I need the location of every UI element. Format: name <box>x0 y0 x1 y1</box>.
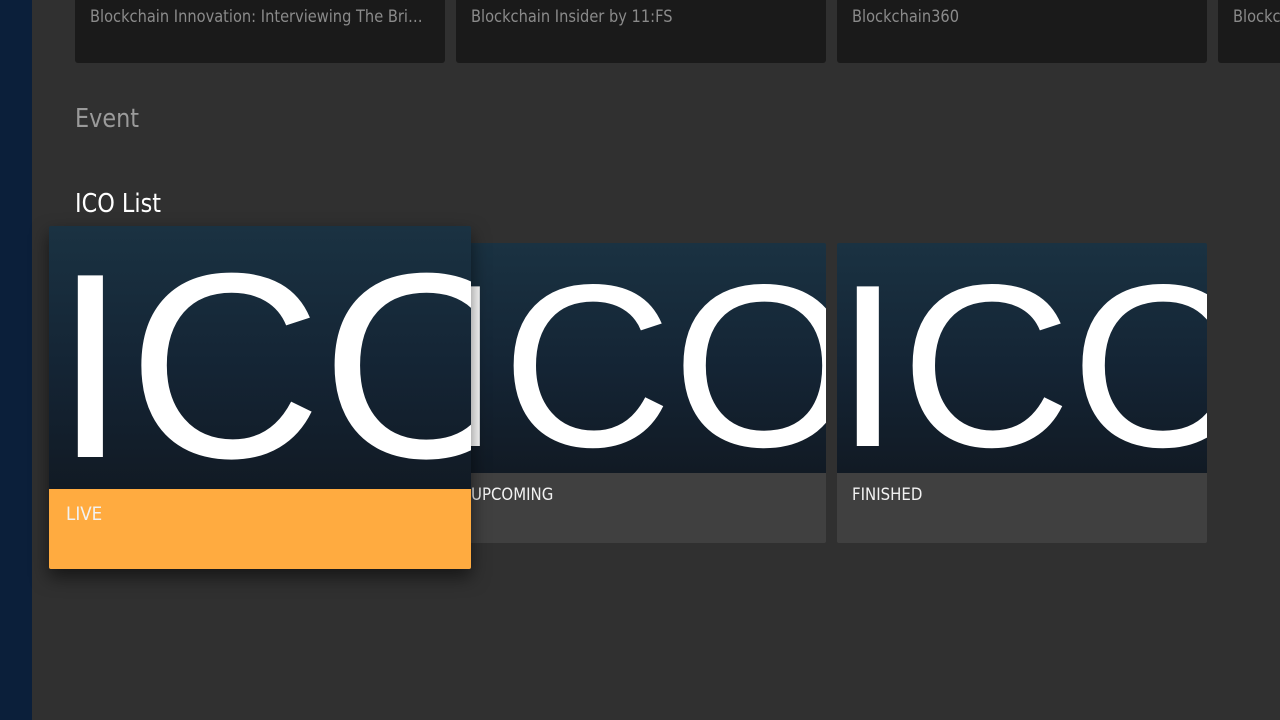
ico-logo-art: ICO <box>456 243 826 473</box>
section-title-ico-list: ICO List <box>75 189 162 219</box>
ico-card-finished[interactable]: ICO FINISHED <box>837 243 1207 543</box>
podcast-row: Blockchain Innovation: Interviewing The … <box>75 0 1280 64</box>
podcast-card-title: Blockc <box>1233 7 1280 27</box>
podcast-card-title: Blockchain Innovation: Interviewing The … <box>90 7 430 27</box>
ico-art-text: ICO <box>53 226 471 489</box>
ico-card-image: ICO <box>837 243 1207 473</box>
ico-card-image: ICO <box>456 243 826 473</box>
ico-card-caption: FINISHED <box>837 473 1207 543</box>
navigation-rail[interactable] <box>0 0 32 720</box>
podcast-card-title: Blockchain Insider by 11:FS <box>471 7 673 27</box>
ico-card-caption: UPCOMING <box>456 473 826 543</box>
ico-card-label: LIVE <box>66 503 103 525</box>
ico-logo-art: ICO <box>837 243 1207 473</box>
ico-card-caption: LIVE <box>49 489 471 569</box>
podcast-card[interactable]: Blockchain360 <box>837 0 1207 63</box>
ico-card-image: ICO <box>49 226 471 489</box>
ico-card-label: UPCOMING <box>471 485 554 505</box>
podcast-card[interactable]: Blockchain Insider by 11:FS <box>456 0 826 63</box>
ico-art-text: ICO <box>456 243 826 473</box>
podcast-card[interactable]: Blockchain Innovation: Interviewing The … <box>75 0 445 63</box>
ico-art-text: ICO <box>837 243 1207 473</box>
section-title-event: Event <box>75 104 140 134</box>
podcast-card[interactable]: Blockc <box>1218 0 1280 63</box>
podcast-card-title: Blockchain360 <box>852 7 960 27</box>
ico-logo-art: ICO <box>53 226 471 489</box>
ico-card-label: FINISHED <box>852 485 923 505</box>
ico-card-live[interactable]: ICO LIVE <box>49 226 471 569</box>
ico-card-upcoming[interactable]: ICO UPCOMING <box>456 243 826 543</box>
